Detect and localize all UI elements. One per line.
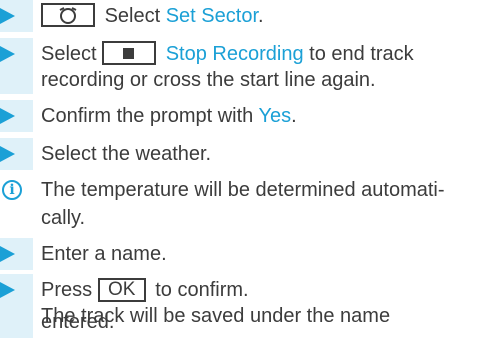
step-text: Select Stop Recording to end track (41, 40, 458, 68)
rotary-controller-key (41, 2, 95, 27)
triangle-right-icon (0, 108, 15, 124)
info-circle-icon: i (2, 180, 22, 200)
step-verb: Select (41, 43, 97, 65)
yes-link: Yes (258, 105, 292, 127)
step-text-line2: recording or cross the start line again. (41, 69, 376, 91)
step-text: Select the weather. (41, 143, 212, 165)
info-note: i The temperature will be determined aut… (0, 176, 478, 232)
rotary-controller-icon (59, 6, 77, 24)
info-text-line2: cally. (41, 207, 86, 229)
triangle-right-icon (0, 282, 15, 298)
triangle-right-icon (0, 146, 15, 162)
step-verb: Select (104, 5, 161, 27)
stop-recording-link: Stop Recording (165, 43, 304, 65)
step-bar (0, 312, 33, 338)
triangle-right-icon (0, 46, 15, 62)
stop-square-icon (123, 47, 135, 59)
triangle-right-icon (0, 8, 15, 24)
step-text: Confirm the prompt with Yes. (41, 102, 458, 130)
step-punct: . (258, 5, 264, 27)
step-text-before: Press (41, 279, 93, 301)
step-text: Select Set Sector. (41, 2, 458, 30)
step-text-after: to confirm. (155, 279, 249, 301)
stop-key (102, 40, 157, 65)
set-sector-link: Set Sector (165, 5, 258, 27)
step-result-line2: entered. (41, 311, 115, 333)
step-text-after: to end track (309, 43, 414, 65)
info-text-line1: The temperature will be determined autom… (41, 179, 445, 201)
ok-key: OK (97, 277, 146, 302)
step-text-before: Confirm the prompt with (41, 105, 254, 127)
step-punct: . (291, 105, 297, 127)
step-text: Press OK to confirm. (41, 276, 458, 304)
step-confirm-prompt: Confirm the prompt with Yes. (0, 100, 478, 132)
step-select-weather: Select the weather. (0, 138, 478, 170)
step-set-sector: Select Set Sector. (0, 0, 478, 32)
triangle-right-icon (0, 246, 15, 262)
step-stop-recording: Select Stop Recording to end track recor… (0, 38, 478, 94)
step-result-line2-row: entered. (0, 311, 478, 338)
